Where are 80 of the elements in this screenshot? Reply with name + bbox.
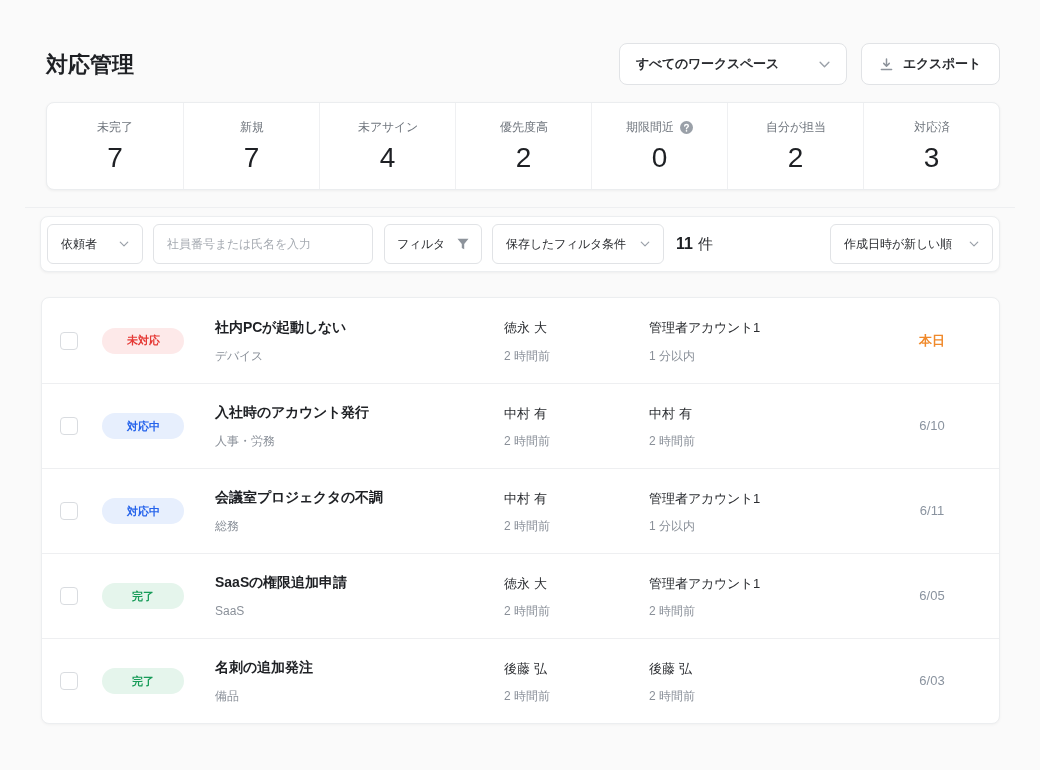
requester-time: 2 時間前 — [504, 433, 551, 451]
ticket-category: デバイス — [215, 347, 264, 365]
stat-value: 2 — [787, 142, 804, 174]
ticket-row[interactable]: 完了 SaaSの権限追加申請 SaaS 徳永 大 2 時間前 管理者アカウント1 2 時間前 6/05 — [42, 553, 999, 638]
filter-icon — [457, 238, 469, 250]
stat-label: 未完了 — [97, 119, 133, 136]
stat-label: 自分が担当 — [765, 119, 826, 136]
ticket-title: SaaSの権限追加申請 — [215, 573, 349, 592]
due-date: 6/11 — [919, 502, 945, 521]
assignee-time: 2 時間前 — [649, 433, 696, 451]
result-count: 11 — [676, 234, 693, 254]
filter-button[interactable]: フィルタ — [384, 224, 482, 264]
requester-name: 中村 有 — [504, 489, 548, 508]
assignee-time: 1 分以内 — [649, 518, 696, 536]
stat-label: 対応済 — [913, 119, 950, 136]
assignee-time: 2 時間前 — [649, 688, 696, 706]
result-count-unit: 件 — [697, 233, 713, 254]
search-field[interactable]: 社員番号または氏名を入力 — [153, 224, 373, 264]
page-title: 対応管理 — [46, 50, 134, 79]
due-date: 6/10 — [919, 417, 945, 436]
download-icon — [880, 57, 893, 71]
stat-value: 3 — [923, 142, 940, 174]
status-badge: 完了 — [102, 668, 184, 694]
stat-value: 2 — [515, 142, 532, 174]
status-badge: 未対応 — [102, 327, 184, 354]
assignee-name: 管理者アカウント1 — [649, 574, 762, 593]
assignee-time: 1 分以内 — [649, 347, 696, 365]
requester-name: 徳永 大 — [504, 319, 548, 338]
requester-time: 2 時間前 — [504, 603, 551, 621]
requester-name: 後藤 弘 — [504, 659, 548, 678]
ticket-title: 入社時のアカウント発行 — [215, 403, 370, 422]
assignee-name: 管理者アカウント1 — [649, 319, 762, 338]
export-button[interactable]: エクスポート — [861, 43, 1000, 85]
ticket-row[interactable]: 対応中 入社時のアカウント発行 人事・労務 中村 有 2 時間前 中村 有 2 時間前 6/10 — [42, 383, 999, 468]
chevron-down-icon — [119, 241, 129, 247]
due-date: 6/05 — [919, 587, 945, 606]
assignee-name: 中村 有 — [649, 404, 693, 423]
ticket-row[interactable]: 未対応 社内PCが起動しない デバイス 徳永 大 2 時間前 管理者アカウント1 1 分以内 本日 — [42, 298, 999, 383]
ticket-title: 名刺の追加発注 — [215, 658, 314, 677]
requester-time: 2 時間前 — [504, 347, 551, 365]
ticket-category: 備品 — [215, 688, 240, 705]
ticket-category: SaaS — [215, 603, 246, 620]
assignee-time: 2 時間前 — [649, 603, 696, 621]
ticket-category: 総務 — [215, 518, 240, 535]
stat-label: 優先度高 — [499, 119, 548, 136]
ticket-category: 人事・労務 — [215, 433, 276, 450]
row-checkbox[interactable] — [60, 587, 78, 605]
requester-name: 中村 有 — [504, 404, 548, 423]
status-badge: 対応中 — [102, 498, 184, 524]
due-date: 本日 — [919, 331, 945, 350]
status-badge: 対応中 — [102, 413, 184, 439]
ticket-row[interactable]: 完了 名刺の追加発注 備品 後藤 弘 2 時間前 後藤 弘 2 時間前 6/03 — [42, 638, 999, 723]
stat-value: 7 — [107, 142, 123, 174]
requester-time: 2 時間前 — [504, 518, 551, 536]
requester-select[interactable]: 依頼者 — [47, 224, 143, 264]
ticket-title: 社内PCが起動しない — [215, 317, 348, 337]
stat-label: 未アサイン — [357, 119, 418, 136]
row-checkbox[interactable] — [60, 672, 78, 690]
row-checkbox[interactable] — [60, 502, 78, 520]
stat-label: 期限間近 — [626, 119, 674, 136]
stat-label: 新規 — [239, 119, 264, 136]
due-date: 6/03 — [919, 672, 945, 691]
stat-value: 7 — [243, 142, 260, 174]
stat-value: 4 — [379, 142, 396, 174]
sort-select[interactable]: 作成日時が新しい順 — [830, 224, 993, 264]
saved-filter-select[interactable]: 保存したフィルタ条件 — [492, 224, 664, 264]
requester-time: 2 時間前 — [504, 688, 551, 706]
row-checkbox[interactable] — [60, 417, 78, 435]
assignee-name: 管理者アカウント1 — [649, 489, 762, 508]
requester-name: 徳永 大 — [504, 574, 548, 593]
assignee-name: 後藤 弘 — [649, 659, 693, 678]
chevron-down-icon — [819, 60, 830, 68]
row-checkbox[interactable] — [60, 331, 78, 350]
chevron-down-icon — [640, 241, 650, 247]
status-badge: 完了 — [102, 583, 184, 609]
stat-value: 0 — [651, 142, 668, 174]
chevron-down-icon — [969, 241, 979, 247]
ticket-row[interactable]: 対応中 会議室プロジェクタの不調 総務 中村 有 2 時間前 管理者アカウント1 1 分以内 6/11 — [42, 468, 999, 553]
workspace-select[interactable]: すべてのワークスペース — [619, 43, 847, 85]
ticket-title: 会議室プロジェクタの不調 — [215, 488, 384, 507]
